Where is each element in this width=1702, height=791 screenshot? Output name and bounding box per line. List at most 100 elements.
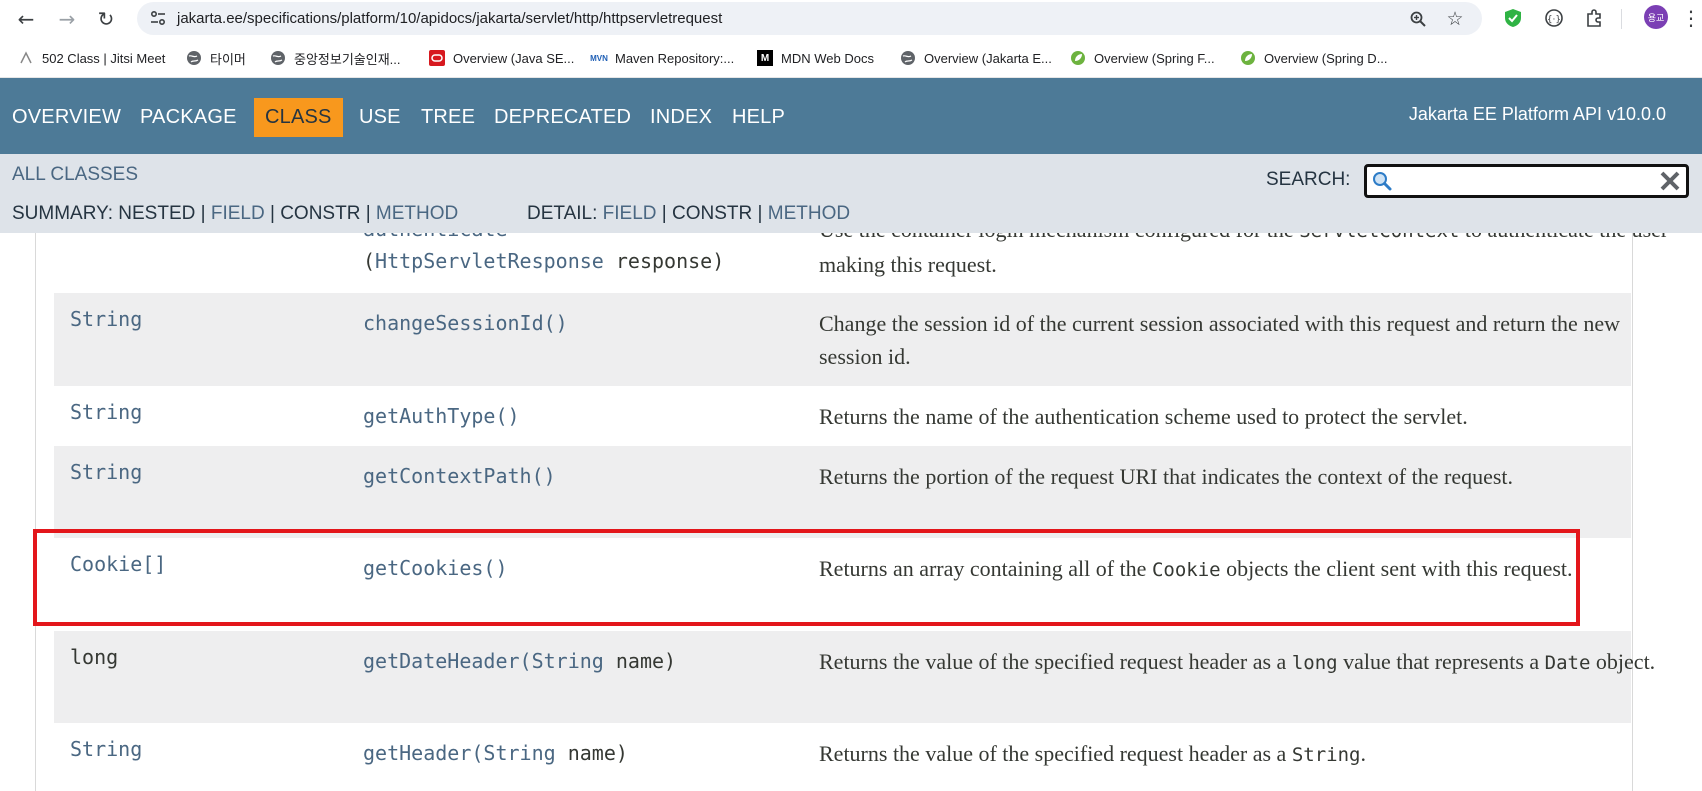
search-label: SEARCH: <box>1266 169 1351 190</box>
bookmark-star-icon[interactable]: ☆ <box>1444 8 1466 30</box>
desc-text: Returns the value of the specified reque… <box>819 741 1292 766</box>
browser-toolbar: ← → ↻ jakarta.ee/specifications/platform… <box>0 0 1702 37</box>
table-row: String getHeader(String name) Returns th… <box>54 723 1631 791</box>
address-bar[interactable]: jakarta.ee/specifications/platform/10/ap… <box>137 2 1482 35</box>
all-classes-link[interactable]: ALL CLASSES <box>12 164 138 186</box>
summary-links: SUMMARY: NESTED | FIELD | CONSTR | METHO… <box>12 203 458 225</box>
svg-text:{·}: {·} <box>1547 15 1561 25</box>
desc-code: ServletContext <box>1299 233 1459 242</box>
nav-use[interactable]: USE <box>359 98 401 137</box>
param-type-link[interactable]: String <box>532 649 604 673</box>
summary-constr: | CONSTR | <box>264 203 376 224</box>
method-description: Returns the portion of the request URI t… <box>819 464 1514 489</box>
nav-help[interactable]: HELP <box>732 98 785 137</box>
bookmark-java-se[interactable]: Overview (Java SE... <box>429 47 574 69</box>
desc-code: Date <box>1544 652 1591 674</box>
globe-icon <box>900 50 916 66</box>
desc-text: Use the container login mechanism config… <box>819 233 1299 242</box>
nav-class[interactable]: CLASS <box>254 98 343 137</box>
profile-avatar[interactable]: 용교 <box>1644 5 1668 29</box>
search-icon <box>1373 172 1392 191</box>
bookmark-jakarta[interactable]: Overview (Jakarta E... <box>900 47 1052 69</box>
return-type-link[interactable]: String <box>70 293 142 331</box>
desc-text: object. <box>1590 649 1656 674</box>
bookmark-mdn[interactable]: M MDN Web Docs <box>757 47 874 69</box>
bookmark-label: Maven Repository:... <box>615 50 735 66</box>
desc-code: Cookie <box>1151 559 1221 581</box>
bookmark-label: Overview (Java SE... <box>453 50 575 66</box>
puzzle-icon[interactable] <box>1581 5 1607 31</box>
method-link[interactable]: getContextPath() <box>363 446 556 492</box>
spring-leaf-icon <box>1070 50 1086 66</box>
shield-extension-icon[interactable] <box>1500 5 1526 31</box>
bookmark-label: Overview (Spring D... <box>1264 50 1388 66</box>
bookmark-label: 타이머 <box>210 51 246 67</box>
desc-code: String <box>1291 744 1361 766</box>
avatar-initials: 용교 <box>1647 12 1665 23</box>
detail-method-link[interactable]: METHOD <box>768 203 850 224</box>
bookmarks-bar: 502 Class | Jitsi Meet 타이머 중앙정보기술인재... O… <box>0 37 1702 78</box>
desc-text: . <box>1360 741 1366 766</box>
bookmark-spring-d[interactable]: Overview (Spring D... <box>1240 47 1388 69</box>
bookmark-maven[interactable]: MVN Maven Repository:... <box>590 47 735 69</box>
table-row: String changeSessionId() Change the sess… <box>54 293 1631 386</box>
more-vert-icon[interactable]: ⋮ <box>1681 5 1701 31</box>
method-link[interactable]: getHeader( <box>363 741 483 765</box>
param-type-link[interactable]: String <box>483 741 555 765</box>
api-title: Jakarta EE Platform API v10.0.0 <box>1408 104 1666 124</box>
method-link[interactable]: getDateHeader( <box>363 649 532 673</box>
toolbar-divider <box>1621 9 1622 29</box>
nav-tree[interactable]: TREE <box>421 98 475 137</box>
reset-search-icon[interactable] <box>1658 169 1682 193</box>
mdn-icon: M <box>757 50 773 66</box>
method-link[interactable]: getAuthType() <box>363 386 520 432</box>
reload-icon[interactable]: ↻ <box>92 5 120 33</box>
back-icon[interactable]: ← <box>12 5 40 33</box>
table-row: long getDateHeader(String name) Returns … <box>54 631 1655 723</box>
zoom-icon[interactable] <box>1407 8 1429 30</box>
method-link[interactable]: changeSessionId() <box>363 293 568 339</box>
detail-field-link[interactable]: FIELD <box>603 203 657 224</box>
desc-text: value that represents a <box>1337 649 1545 674</box>
method-signature: getHeader(String name) <box>363 723 628 769</box>
bookmark-jitsi[interactable]: 502 Class | Jitsi Meet <box>18 47 165 69</box>
url-text[interactable]: jakarta.ee/specifications/platform/10/ap… <box>177 10 722 27</box>
bookmark-label: Overview (Spring F... <box>1094 50 1215 66</box>
bookmark-label: MDN Web Docs <box>781 50 874 66</box>
forward-icon[interactable]: → <box>53 5 81 33</box>
param-type-link[interactable]: HttpServletResponse <box>375 249 604 273</box>
method-signature: getDateHeader(String name) <box>363 631 676 677</box>
spring-leaf-icon <box>1240 50 1256 66</box>
bookmark-label: 중앙정보기술인재... <box>294 51 401 67</box>
summary-method-link[interactable]: METHOD <box>376 203 458 224</box>
site-settings-icon[interactable] <box>149 9 167 27</box>
return-type: boolean <box>70 233 154 237</box>
detail-prefix: DETAIL: <box>527 203 603 224</box>
return-type-link[interactable]: String <box>70 446 142 484</box>
bookmark-choongang[interactable]: 중앙정보기술인재... <box>270 47 401 69</box>
bookmark-label: Overview (Jakarta E... <box>924 50 1052 66</box>
method-link[interactable]: authenticate <box>363 233 508 241</box>
bookmark-spring-f[interactable]: Overview (Spring F... <box>1070 47 1215 69</box>
desc-text: Returns the value of the specified reque… <box>819 649 1292 674</box>
nav-package[interactable]: PACKAGE <box>140 98 237 137</box>
return-type-link[interactable]: Cookie[] <box>70 538 166 576</box>
content-area: boolean authenticate (HttpServletRespons… <box>0 233 1702 791</box>
table-row: boolean authenticate (HttpServletRespons… <box>54 233 1668 293</box>
nav-overview[interactable]: OVERVIEW <box>12 98 121 137</box>
nav-index[interactable]: INDEX <box>650 98 712 137</box>
method-description: Returns the value of the specified reque… <box>819 723 1669 772</box>
extension-circle-icon[interactable]: {·} <box>1541 5 1567 31</box>
javadoc-top-nav: OVERVIEW PACKAGE CLASS USE TREE DEPRECAT… <box>0 78 1702 154</box>
search-input[interactable] <box>1397 169 1647 193</box>
summary-field-link[interactable]: FIELD <box>211 203 265 224</box>
desc-text: Returns an array containing all of the <box>819 556 1152 581</box>
method-link[interactable]: getCookies() <box>363 538 508 584</box>
bookmark-label: 502 Class | Jitsi Meet <box>42 50 166 66</box>
return-type-link[interactable]: String <box>70 386 142 424</box>
bookmark-timer[interactable]: 타이머 <box>186 47 246 69</box>
nav-deprecated[interactable]: DEPRECATED <box>494 98 631 137</box>
desc-code: long <box>1291 652 1338 674</box>
return-type-link[interactable]: String <box>70 723 142 761</box>
search-box[interactable] <box>1364 164 1689 198</box>
